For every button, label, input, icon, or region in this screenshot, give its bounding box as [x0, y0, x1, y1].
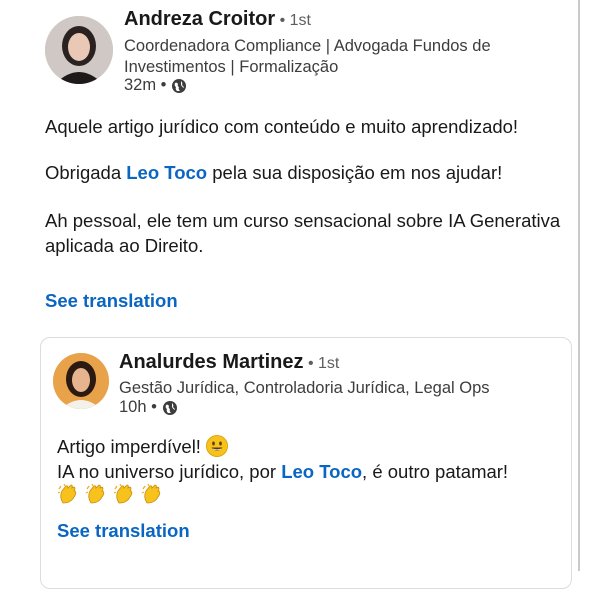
avatar[interactable] [45, 16, 113, 84]
paragraph-text: pela sua disposição em nos ajudar! [207, 162, 503, 183]
connection-degree: • 1st [307, 355, 340, 372]
post-paragraph-2: Obrigada Leo Toco pela sua disposição em… [45, 160, 565, 185]
connection-degree: • 1st [279, 12, 311, 29]
line-text: Artigo imperdível! [57, 436, 201, 457]
clapping-hands-emoji [113, 483, 139, 505]
clapping-hands-emoji [85, 483, 111, 505]
author-name[interactable]: Andreza Croitor [124, 8, 275, 30]
globe-icon [162, 400, 178, 416]
see-translation-link[interactable]: See translation [57, 520, 190, 542]
author-headline: Gestão Jurídica, Controladoria Jurídica,… [119, 379, 490, 397]
post-line-2: IA no universo jurídico, por Leo Toco, é… [57, 459, 567, 484]
reposted-post: Analurdes Martinez • 1st Gestão Jurídica… [40, 337, 572, 589]
mention-link[interactable]: Leo Toco [126, 162, 207, 183]
line-text: IA no universo jurídico, por [57, 461, 282, 482]
author-name-row: Andreza Croitor • 1st [124, 8, 311, 31]
post-paragraph-1: Aquele artigo jurídico com conteúdo e mu… [45, 116, 519, 137]
post-time: 32m • [124, 76, 167, 94]
avatar[interactable] [53, 353, 109, 409]
clap-emoji-row [57, 483, 167, 505]
post-body: Artigo imperdível! IA no universo jurídi… [57, 434, 567, 484]
post-time-row: 10h • [119, 398, 178, 417]
post-line-1: Artigo imperdível! [57, 434, 567, 459]
post-paragraph-3: Ah pessoal, ele tem um curso sensacional… [45, 210, 561, 256]
smiling-face-emoji [206, 435, 229, 457]
author-name-row: Analurdes Martinez • 1st [119, 351, 339, 374]
paragraph-text: Obrigada [45, 162, 127, 183]
post-body: Aquele artigo jurídico com conteúdo e mu… [45, 114, 565, 258]
post-time-row: 32m • [124, 76, 187, 95]
post-time: 10h • [119, 398, 157, 416]
author-headline: Coordenadora Compliance | Advogada Fundo… [124, 37, 491, 76]
line-text: , é outro patamar! [362, 461, 509, 482]
see-translation-link[interactable]: See translation [45, 290, 178, 312]
clapping-hands-emoji [141, 483, 167, 505]
author-name[interactable]: Analurdes Martinez [119, 351, 303, 373]
feed-card: Andreza Croitor • 1st Coordenadora Compl… [0, 0, 580, 589]
clapping-hands-emoji [57, 483, 83, 505]
mention-link[interactable]: Leo Toco [281, 461, 362, 482]
globe-icon [171, 78, 187, 94]
